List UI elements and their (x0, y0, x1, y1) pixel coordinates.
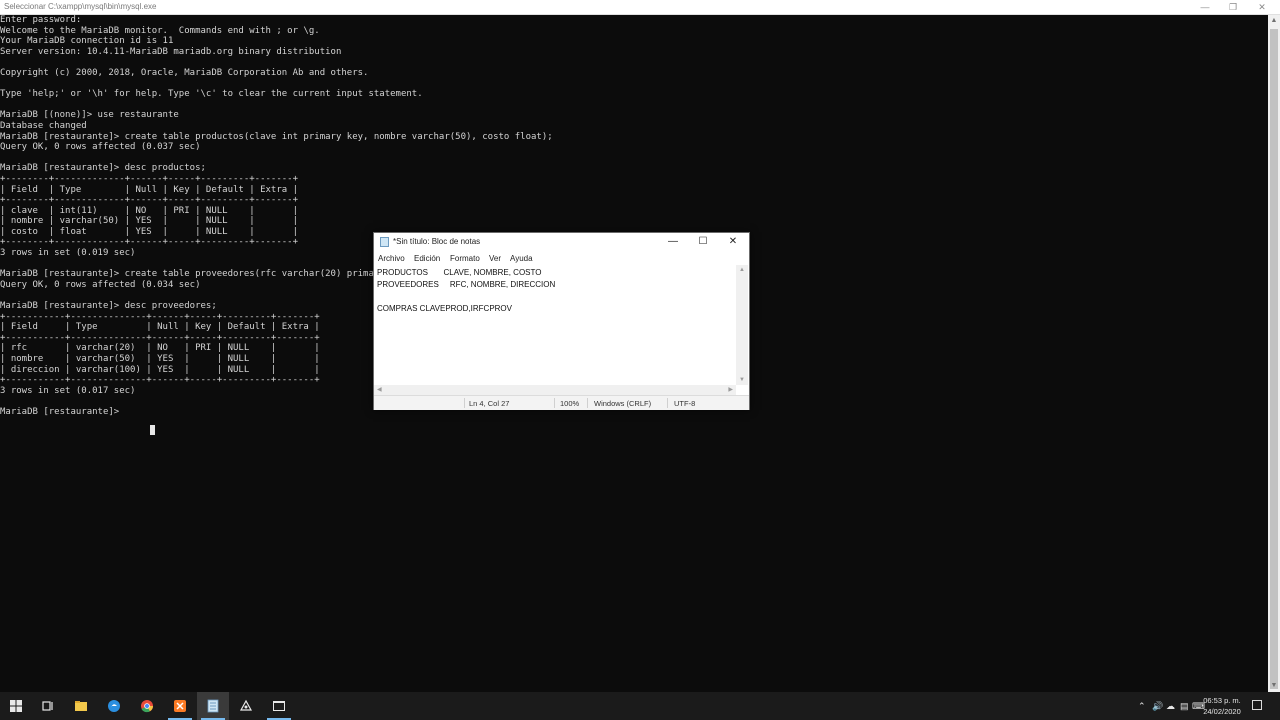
taskbar: ⌃ 🔊 ☁ ▤ ⌨ 06:53 p. m. 24/02/2020 (0, 692, 1280, 720)
start-icon (10, 700, 22, 712)
notepad-minimize-button[interactable]: — (658, 233, 688, 251)
taskbar-xampp[interactable] (164, 692, 196, 720)
status-zoom: 100% (560, 399, 580, 408)
notepad-window[interactable]: *Sin título: Bloc de notas — ☐ ✕ Archivo… (373, 232, 750, 410)
clock-time: 06:53 p. m. (1203, 696, 1241, 705)
taskbar-console[interactable] (263, 692, 295, 720)
menu-ayuda[interactable]: Ayuda (510, 254, 533, 263)
menu-ver[interactable]: Ver (489, 254, 501, 263)
notepad-text-area[interactable]: PRODUCTOS CLAVE, NOMBRE, COSTO PROVEEDOR… (374, 265, 736, 385)
taskbar-chrome[interactable] (131, 692, 163, 720)
notepad-content: PRODUCTOS CLAVE, NOMBRE, COSTO PROVEEDOR… (377, 268, 556, 313)
notepad-close-button[interactable]: ✕ (718, 233, 748, 251)
notification-center-icon[interactable] (1252, 700, 1262, 710)
xampp-icon (174, 700, 186, 712)
task-view-button[interactable] (32, 692, 64, 720)
notepad-vertical-scrollbar[interactable]: ▲ ▼ (736, 265, 748, 385)
status-position: Ln 4, Col 27 (469, 399, 510, 408)
taskbar-mysql-workbench[interactable] (230, 692, 262, 720)
task-view-icon (42, 701, 53, 711)
notepad-app-icon (380, 237, 389, 247)
taskbar-edge[interactable] (98, 692, 130, 720)
menu-formato[interactable]: Formato (450, 254, 480, 263)
onedrive-icon[interactable]: ☁ (1166, 701, 1175, 712)
file-explorer-icon (75, 701, 87, 711)
np-scroll-up-icon[interactable]: ▲ (739, 267, 745, 273)
notepad-maximize-button[interactable]: ☐ (688, 233, 718, 251)
console-scrollbar[interactable]: ▲ ▼ (1268, 15, 1280, 692)
start-button[interactable] (0, 692, 32, 720)
taskbar-file-explorer[interactable] (65, 692, 97, 720)
np-scroll-right-icon[interactable]: ▶ (728, 386, 733, 393)
network-icon[interactable]: ▤ (1180, 701, 1189, 712)
notepad-title: *Sin título: Bloc de notas (393, 237, 481, 246)
console-titlebar[interactable]: Seleccionar C:\xampp\mysql\bin\mysql.exe… (0, 0, 1280, 15)
clock-date: 24/02/2020 (1203, 707, 1241, 716)
status-line-ending: Windows (CRLF) (594, 399, 652, 408)
status-separator (464, 398, 465, 408)
console-title: Seleccionar C:\xampp\mysql\bin\mysql.exe (4, 2, 157, 11)
mysql-workbench-icon (239, 699, 253, 711)
edge-icon (108, 700, 120, 712)
taskbar-notepad[interactable] (197, 692, 229, 720)
menu-archivo[interactable]: Archivo (378, 254, 405, 263)
taskbar-clock[interactable]: 06:53 p. m. 24/02/2020 (1194, 695, 1250, 717)
console-icon (273, 701, 285, 711)
console-scroll-thumb[interactable] (1270, 29, 1278, 689)
console-close-button[interactable]: ✕ (1247, 0, 1277, 14)
menu-edicion[interactable]: Edición (414, 254, 440, 263)
status-separator (667, 398, 668, 408)
np-scroll-down-icon[interactable]: ▼ (739, 377, 745, 383)
notepad-menubar: Archivo Edición Formato Ver Ayuda (374, 252, 749, 264)
show-hidden-icons-icon[interactable]: ⌃ (1138, 701, 1146, 712)
status-encoding: UTF-8 (674, 399, 696, 408)
status-separator (587, 398, 588, 408)
notepad-statusbar: Ln 4, Col 27 100% Windows (CRLF) UTF-8 (374, 395, 749, 410)
status-separator (554, 398, 555, 408)
notepad-titlebar[interactable]: *Sin título: Bloc de notas — ☐ ✕ (374, 233, 749, 251)
notepad-horizontal-scrollbar[interactable]: ◀ ▶ (374, 385, 736, 395)
text-cursor (150, 425, 155, 435)
console-minimize-button[interactable]: — (1190, 0, 1220, 14)
scroll-down-arrow-icon[interactable]: ▼ (1268, 680, 1280, 692)
console-maximize-button[interactable]: ❐ (1218, 0, 1248, 14)
notepad-icon (207, 699, 219, 713)
np-scroll-left-icon[interactable]: ◀ (377, 386, 382, 393)
scroll-up-arrow-icon[interactable]: ▲ (1268, 15, 1280, 27)
chrome-icon (141, 700, 153, 713)
volume-icon[interactable]: 🔊 (1152, 701, 1163, 712)
